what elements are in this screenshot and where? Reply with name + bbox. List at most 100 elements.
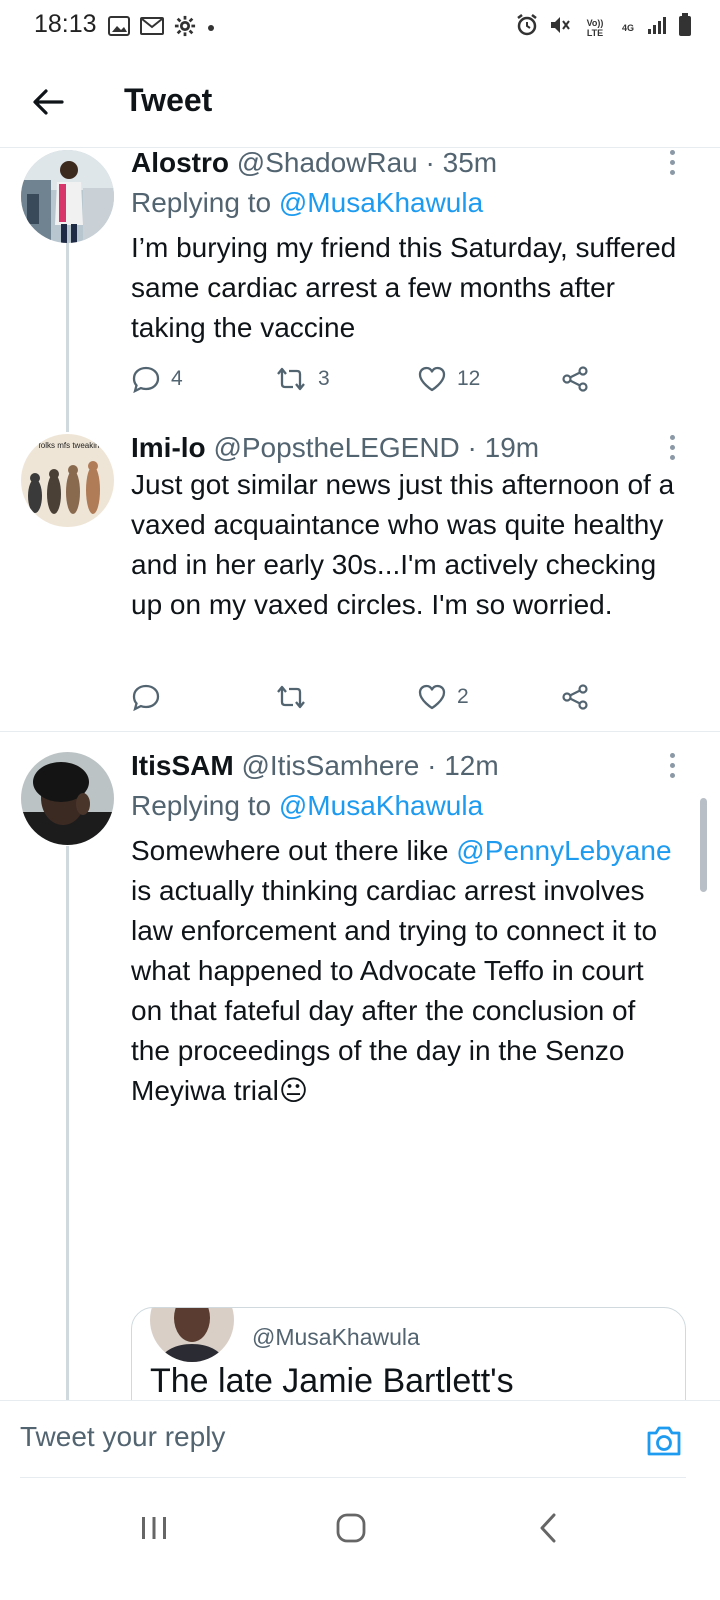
more-options-button[interactable] [660,148,684,177]
more-dots-icon [669,434,675,440]
heart-icon [418,684,446,710]
status-right-icons: Vo)) LTE 4G [515,13,692,42]
reply-composer: Tweet your reply [0,1400,720,1479]
camera-button[interactable] [644,1421,684,1461]
scrollbar-thumb[interactable] [700,798,707,892]
share-icon [562,366,588,392]
alarm-icon [515,13,539,42]
signal-icon [647,15,669,40]
recent-apps-icon [142,1517,166,1539]
like-count: 12 [457,367,481,390]
like-button[interactable]: 2 [417,677,469,717]
thread-line [66,846,69,1400]
divider [0,731,720,732]
replying-prefix: Replying to [131,790,279,821]
avatar[interactable] [21,752,114,845]
share-icon [562,684,588,710]
tweet-actions: 2 [131,677,671,717]
home-button[interactable] [321,1506,381,1550]
retweet-icon [277,367,305,391]
nav-back-button[interactable] [518,1506,578,1550]
image-icon [108,16,130,41]
tweet-header: ItisSAM @ItisSamhere · 12m [131,749,499,783]
4g-icon: 4G [621,22,634,33]
retweet-button[interactable]: 3 [274,359,330,399]
back-icon [540,1513,556,1543]
like-button[interactable]: 12 [417,359,480,399]
quoted-tweet-card[interactable]: @MusaKhawula The late Jamie Bartlett's m… [131,1307,686,1400]
avatar[interactable] [21,150,114,243]
page-title: Tweet [124,82,213,118]
tweet-text: Somewhere out there like @PennyLebyane i… [131,831,676,1111]
reply-input[interactable]: Tweet your reply [20,1421,620,1453]
quote-handle: @MusaKhawula [252,1324,420,1350]
quote-avatar [150,1308,234,1362]
system-nav-bar [0,1478,720,1600]
author-name[interactable]: ItisSAM [131,750,234,781]
tweet-text: Just got similar news just this afternoo… [131,469,675,620]
avatar[interactable]: folks mfs tweakin [21,434,114,527]
avatar-text: folks mfs tweakin [39,441,100,450]
share-button[interactable] [560,359,590,399]
app-header: Tweet [0,52,720,148]
tweet-time[interactable]: 12m [444,750,498,781]
heart-icon [418,366,446,392]
separator: · [425,148,435,178]
replying-to-line: Replying to @MusaKhawula [131,186,483,220]
reply-icon [132,684,160,711]
author-name[interactable]: Imi-lo [131,432,206,463]
reply-tweet-itissam[interactable]: ItisSAM @ItisSamhere · 12m Replying to @… [0,733,720,1400]
more-options-button[interactable] [660,432,684,462]
status-time: 18:13 [34,10,97,38]
thread-line [66,243,69,432]
tweet-header: Alostro @ShadowRau · 35m [131,148,497,180]
reply-button[interactable]: 4 [131,359,183,399]
more-options-button[interactable] [660,750,684,780]
back-button[interactable] [26,80,70,124]
retweet-button[interactable] [274,677,318,717]
neutral-face-emoji: 😐 [278,1075,309,1106]
reply-button[interactable] [131,677,171,717]
replying-to-mention[interactable]: @MusaKhawula [279,790,483,821]
reply-count: 4 [171,367,183,390]
separator: · [467,432,477,463]
quote-text: The late Jamie Bartlett's management rel… [150,1362,514,1400]
separator: · [427,750,437,781]
home-icon [336,1513,366,1543]
replying-to-mention[interactable]: @MusaKhawula [279,187,483,218]
author-name[interactable]: Alostro [131,148,229,178]
status-left-icons [108,15,216,42]
reply-tweet-alostro[interactable]: Alostro @ShadowRau · 35m Replying to @Mu… [0,148,720,432]
author-handle[interactable]: @ItisSamhere [241,750,419,781]
more-dots-icon [669,752,675,758]
tweet-time[interactable]: 35m [443,148,497,178]
battery-icon [678,13,692,42]
reply-tweet-imi-lo[interactable]: folks mfs tweakin Imi-lo @PopstheLEGEND … [0,431,720,732]
mute-icon [548,13,572,42]
camera-icon [647,1426,681,1456]
share-button[interactable] [560,677,590,717]
more-dots-icon [669,149,675,155]
author-handle[interactable]: @PopstheLEGEND [213,432,459,463]
arrow-left-icon [33,89,64,115]
tweet-text: I’m burying my friend this Saturday, suf… [131,232,677,343]
status-bar: 18:13 Vo)) LTE 4G [0,0,720,52]
gmail-icon [140,16,164,41]
tweet-header: Imi-lo @PopstheLEGEND · 19m [131,431,539,465]
retweet-count: 3 [318,367,330,390]
reply-icon [132,366,160,393]
volte-icon: Vo)) LTE [586,17,604,38]
tweet-text-part-1: Somewhere out there like [131,835,457,866]
tweet-mention[interactable]: @PennyLebyane [456,835,671,866]
tweet-feed[interactable]: Alostro @ShadowRau · 35m Replying to @Mu… [0,148,720,1400]
like-count: 2 [457,685,469,708]
replying-to-line: Replying to @MusaKhawula [131,789,483,823]
retweet-icon [277,685,305,709]
tweet-text-part-2: is actually thinking cardiac arrest invo… [131,875,658,1106]
gear-icon [174,15,196,42]
tweet-actions: 4 3 12 [131,359,671,399]
tweet-time[interactable]: 19m [485,432,539,463]
author-handle[interactable]: @ShadowRau [237,148,418,178]
recent-apps-button[interactable] [124,1506,184,1550]
dot-icon [206,20,216,38]
